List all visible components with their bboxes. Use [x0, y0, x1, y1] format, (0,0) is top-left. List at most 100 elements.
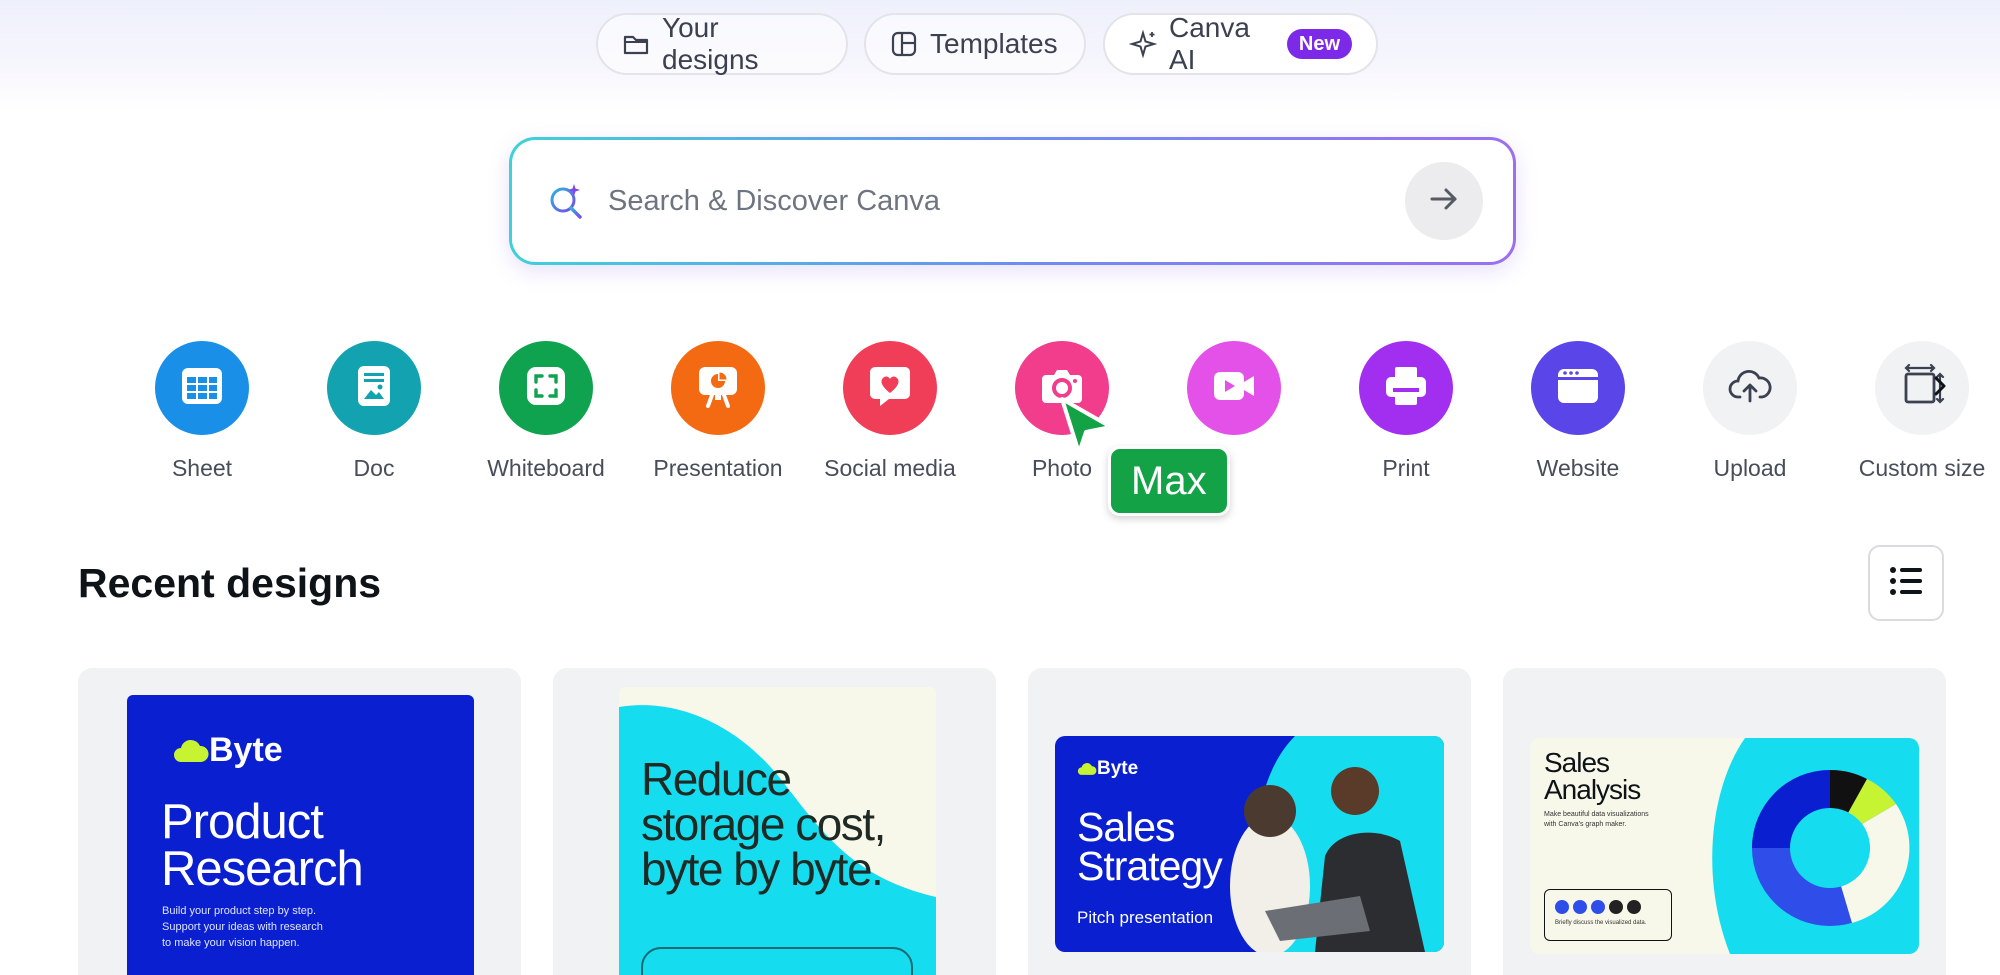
body-line: Make beautiful data visualizations — [1544, 811, 1649, 818]
canva-ai-label: Canva AI — [1169, 12, 1250, 75]
category-circle — [499, 341, 593, 435]
outlined-box — [641, 947, 913, 975]
top-nav: Your designs Templates Canva AI New — [0, 12, 2000, 77]
category-label: Upload — [1713, 455, 1787, 481]
category-print[interactable]: Print — [1320, 341, 1492, 482]
globe-icons — [1555, 900, 1671, 914]
logo-text: Byte — [209, 731, 283, 769]
title-line: Strategy — [1077, 842, 1223, 889]
categories-next-button[interactable] — [1925, 368, 1955, 408]
category-circle — [327, 341, 421, 435]
design-title: Product Research — [161, 795, 364, 896]
cursor-pointer-icon — [1057, 395, 1115, 457]
templates-label: Templates — [930, 28, 1058, 59]
category-sheet[interactable]: Sheet — [116, 341, 288, 482]
arrow-right-icon — [1427, 182, 1461, 221]
title-line: Sales — [1544, 747, 1610, 778]
design-headline: Reduce storage cost, byte by byte. — [641, 753, 886, 896]
cloud-upload-icon — [1725, 361, 1775, 416]
design-card[interactable]: Byte Sales Strategy Pitch presentation — [1028, 668, 1471, 975]
new-badge: New — [1286, 29, 1352, 59]
design-card[interactable]: Reduce storage cost, byte by byte. — [553, 668, 996, 975]
globe-icon — [1555, 900, 1569, 914]
category-circle — [1703, 341, 1797, 435]
search-submit-button[interactable] — [1405, 162, 1483, 240]
whiteboard-icon — [521, 361, 571, 416]
category-circle — [1531, 341, 1625, 435]
globe-icon — [1573, 900, 1587, 914]
design-body: Build your product step by step. Support… — [162, 903, 323, 951]
website-icon — [1553, 361, 1603, 416]
body-line: with Canva's graph maker. — [1544, 821, 1627, 828]
globe-icon — [1627, 900, 1641, 914]
design-title: Sales Analysis — [1544, 747, 1641, 805]
your-designs-button[interactable]: Your designs — [596, 12, 848, 75]
category-video[interactable] — [1148, 341, 1320, 455]
category-label: Custom size — [1858, 455, 1986, 481]
logo-text: Byte — [1097, 758, 1139, 779]
design-body: Make beautiful data visualizations with … — [1544, 810, 1649, 830]
design-thumbnail: Sales Analysis Make beautiful data visua… — [1530, 738, 1919, 954]
title-line: Sales — [1077, 804, 1176, 850]
printer-icon — [1381, 361, 1431, 416]
category-social-media[interactable]: Social media — [804, 341, 976, 482]
summary-box: Briefly discuss the visualized data. — [1544, 889, 1672, 941]
list-icon — [1888, 563, 1924, 604]
byte-logo: Byte — [173, 731, 283, 770]
category-doc[interactable]: Doc — [288, 341, 460, 482]
category-circle — [1187, 341, 1281, 435]
headline-line: Reduce — [641, 753, 792, 805]
presentation-icon — [693, 361, 743, 416]
sheet-icon — [177, 361, 227, 416]
headline-line: storage cost, — [641, 798, 886, 851]
heart-icon — [865, 361, 915, 416]
body-line: to make your vision happen. — [162, 937, 300, 949]
canva-ai-button[interactable]: Canva AI New — [1103, 12, 1378, 75]
video-icon — [1209, 361, 1259, 416]
chevron-right-icon — [1930, 372, 1950, 405]
body-line: Support your ideas with research — [162, 921, 323, 933]
sparkle-icon — [1129, 30, 1157, 58]
title-line: Product — [161, 795, 324, 849]
ai-search-icon — [546, 181, 586, 221]
cloud-logo-icon — [174, 739, 209, 762]
category-website[interactable]: Website — [1492, 341, 1664, 482]
list-view-button[interactable] — [1868, 545, 1944, 621]
design-thumbnail: Byte Sales Strategy Pitch presentation — [1055, 736, 1444, 952]
recent-designs-grid: Byte Product Research Build your product… — [0, 668, 2000, 975]
design-card[interactable]: Byte Product Research Build your product… — [78, 668, 521, 975]
folder-icon — [622, 30, 650, 58]
search-input[interactable] — [608, 184, 1405, 218]
category-label: Sheet — [171, 455, 233, 481]
category-presentation[interactable]: Presentation — [632, 341, 804, 482]
category-circle — [1359, 341, 1453, 435]
templates-button[interactable]: Templates — [864, 13, 1086, 75]
category-custom-size[interactable]: Custom size — [1836, 341, 2000, 482]
design-thumbnail: Reduce storage cost, byte by byte. — [619, 687, 936, 975]
design-type-row: Sheet Doc Whiteboard Presentation Social… — [116, 341, 1985, 482]
category-label: Website — [1536, 455, 1620, 481]
category-upload[interactable]: Upload — [1664, 341, 1836, 482]
category-label: Social media — [824, 455, 956, 481]
category-label: Doc — [353, 455, 395, 481]
design-title: Sales Strategy — [1077, 804, 1223, 889]
category-circle — [671, 341, 765, 435]
category-label: Print — [1382, 455, 1430, 481]
design-subtitle: Pitch presentation — [1077, 908, 1214, 927]
collaborator-name-tag: Max — [1108, 446, 1230, 516]
design-card[interactable]: Sales Analysis Make beautiful data visua… — [1503, 668, 1946, 975]
category-whiteboard[interactable]: Whiteboard — [460, 341, 632, 482]
your-designs-label: Your designs — [662, 12, 759, 75]
title-line: Analysis — [1544, 773, 1641, 805]
doc-icon — [349, 361, 399, 416]
globe-icon — [1591, 900, 1605, 914]
box-caption: Briefly discuss the visualized data. — [1555, 920, 1647, 926]
category-label: Presentation — [653, 455, 783, 481]
category-label: Whiteboard — [487, 455, 605, 481]
byte-logo: Byte — [1077, 758, 1138, 780]
title-line: Research — [161, 841, 364, 896]
search-bar — [509, 137, 1516, 265]
body-line: Build your product step by step. — [162, 905, 317, 917]
category-circle — [155, 341, 249, 435]
headline-line: byte by byte. — [641, 843, 884, 896]
